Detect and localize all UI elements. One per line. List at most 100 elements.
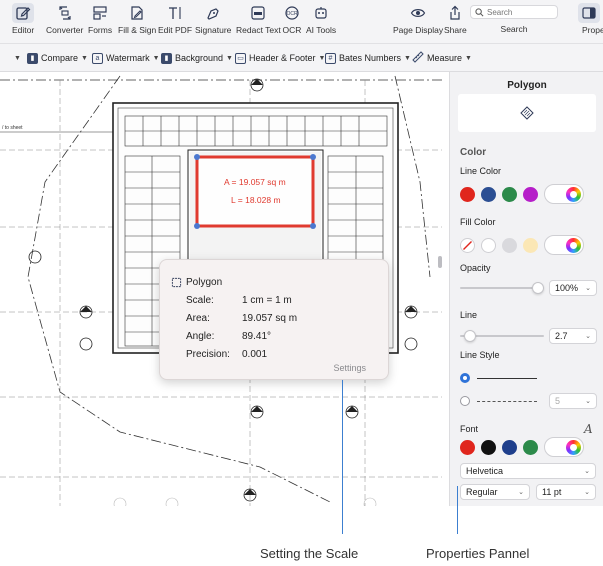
scrollbar-handle[interactable] bbox=[438, 256, 442, 268]
caret-down-icon: ▼ bbox=[226, 54, 233, 62]
line-width-value: 2.7 bbox=[555, 331, 568, 341]
line-width-slider[interactable] bbox=[460, 330, 544, 342]
fill-color-custom-color-picker[interactable] bbox=[544, 235, 584, 255]
fill-color-swatch[interactable] bbox=[481, 237, 496, 253]
area-value: 19.057 sq m bbox=[242, 313, 298, 324]
font-family-select[interactable]: Helvetica ⌄ bbox=[460, 463, 596, 479]
fill-color-swatch[interactable] bbox=[502, 237, 517, 253]
opacity-select[interactable]: 100% ⌄ bbox=[549, 280, 597, 296]
line-color-label: Line Color bbox=[460, 166, 502, 176]
area-label: Area: bbox=[186, 313, 210, 324]
font-color-swatch[interactable] bbox=[523, 439, 538, 455]
font-color-custom-color-picker[interactable] bbox=[544, 437, 584, 457]
dashed-line-radio[interactable] bbox=[460, 396, 470, 406]
page-display-tool[interactable]: Page Display bbox=[393, 3, 443, 41]
header-footer-menu[interactable]: ▭ Header & Footer ▼ bbox=[235, 50, 325, 66]
line-color-swatch[interactable] bbox=[460, 186, 475, 202]
measure-menu[interactable]: Measure ▼ bbox=[412, 50, 472, 66]
ocr-tool[interactable]: OCR OCR bbox=[281, 3, 303, 41]
line-width-knob[interactable] bbox=[463, 330, 476, 342]
solid-line-sample bbox=[477, 378, 537, 379]
search-label: Search bbox=[500, 24, 528, 34]
font-color-swatch[interactable] bbox=[481, 439, 496, 455]
scale-callout-label: Setting the Scale bbox=[260, 546, 359, 561]
prev-caret[interactable]: ▼ bbox=[11, 50, 21, 66]
dash-size-value: 5 bbox=[555, 396, 561, 406]
angle-value: 89.41° bbox=[242, 331, 272, 342]
color-wheel-icon bbox=[566, 237, 581, 253]
forms-tool[interactable]: Forms bbox=[88, 3, 112, 41]
opacity-label: Opacity bbox=[460, 263, 491, 273]
font-color-swatch[interactable] bbox=[460, 439, 475, 455]
dashed-line-sample bbox=[477, 401, 537, 402]
scale-value: 1 cm = 1 m bbox=[242, 295, 292, 306]
line-color-swatch[interactable] bbox=[523, 186, 538, 202]
chevron-down-icon: ⌄ bbox=[585, 333, 591, 340]
search-input[interactable] bbox=[487, 7, 555, 17]
line-color-custom-color-picker[interactable] bbox=[544, 184, 584, 204]
measurement-info-popup: Polygon Scale: 1 cm = 1 m Area: 19.057 s… bbox=[159, 259, 389, 380]
panel-callout-line bbox=[457, 486, 458, 534]
search-group: Search bbox=[469, 5, 559, 39]
editor-icon bbox=[12, 3, 35, 23]
forms-label: Forms bbox=[88, 25, 113, 35]
solid-line-radio[interactable] bbox=[460, 373, 470, 383]
line-width-select[interactable]: 2.7 ⌄ bbox=[549, 328, 597, 344]
settings-link[interactable]: Settings bbox=[333, 363, 366, 373]
font-size-select[interactable]: 11 pt ⌄ bbox=[536, 484, 596, 500]
share-icon bbox=[444, 3, 466, 23]
share-label: Share bbox=[444, 25, 467, 35]
dash-size-select[interactable]: 5 ⌄ bbox=[549, 393, 597, 409]
fill-sign-tool[interactable]: Fill & Sign bbox=[118, 3, 156, 41]
line-color-swatch[interactable] bbox=[481, 186, 496, 202]
editor-tool[interactable]: Editor bbox=[12, 3, 34, 41]
panel-title: Polygon bbox=[507, 80, 547, 91]
svg-text:OCR: OCR bbox=[286, 11, 298, 17]
measure-label: Measure bbox=[427, 53, 463, 63]
font-style-select[interactable]: Regular ⌄ bbox=[460, 484, 530, 500]
redact-text-tool[interactable]: Redact Text bbox=[236, 3, 281, 41]
share-tool[interactable]: Share bbox=[444, 3, 467, 41]
ocr-icon: OCR bbox=[281, 3, 303, 23]
angle-label: Angle: bbox=[186, 331, 215, 342]
polygon-icon bbox=[171, 277, 182, 288]
caret-down-icon: ▼ bbox=[404, 54, 411, 62]
font-label: Font bbox=[460, 424, 479, 434]
text-cursor-icon bbox=[164, 3, 186, 23]
fill-color-swatches bbox=[460, 235, 584, 255]
line-color-swatches bbox=[460, 184, 584, 204]
bates-numbers-menu[interactable]: # Bates Numbers ▼ bbox=[325, 50, 411, 66]
header-footer-icon: ▭ bbox=[235, 52, 246, 64]
fill-sign-label: Fill & Sign bbox=[118, 25, 157, 35]
opacity-value: 100% bbox=[555, 283, 579, 293]
opacity-knob[interactable] bbox=[532, 282, 544, 294]
properties-tool[interactable]: Properties bbox=[574, 3, 603, 41]
font-style-icon[interactable]: A bbox=[584, 422, 593, 436]
ruler-icon bbox=[412, 51, 424, 65]
fill-sign-icon bbox=[126, 3, 148, 23]
signature-tool[interactable]: Signature bbox=[195, 3, 231, 41]
sheet-note: / to sheet bbox=[2, 125, 23, 131]
edit-pdf-tool[interactable]: Edit PDF bbox=[158, 3, 192, 41]
compare-menu[interactable]: ▮ Compare ▼ bbox=[27, 50, 88, 66]
chevron-down-icon: ⌄ bbox=[584, 468, 590, 475]
background-menu[interactable]: ▮ Background ▼ bbox=[161, 50, 233, 66]
fill-color-swatch[interactable] bbox=[523, 237, 538, 253]
compare-icon: ▮ bbox=[27, 52, 38, 64]
converter-tool[interactable]: Converter bbox=[46, 3, 83, 41]
font-color-swatch[interactable] bbox=[502, 439, 517, 455]
search-box[interactable] bbox=[470, 5, 558, 19]
scale-label: Scale: bbox=[186, 295, 214, 306]
ai-tools-tool[interactable]: AI Tools bbox=[306, 3, 336, 41]
watermark-menu[interactable]: a Watermark ▼ bbox=[92, 50, 160, 66]
chevron-down-icon: ⌄ bbox=[584, 489, 590, 496]
editor-label: Editor bbox=[12, 25, 35, 35]
pen-nib-icon bbox=[202, 3, 224, 23]
shape-preview bbox=[458, 94, 596, 132]
opacity-slider[interactable] bbox=[460, 282, 544, 294]
bates-numbers-label: Bates Numbers bbox=[339, 53, 402, 63]
line-color-swatch[interactable] bbox=[502, 186, 517, 202]
eye-icon bbox=[407, 3, 429, 23]
no-fill-swatch[interactable] bbox=[460, 237, 475, 253]
length-measurement-label: L = 18.028 m bbox=[231, 195, 281, 205]
